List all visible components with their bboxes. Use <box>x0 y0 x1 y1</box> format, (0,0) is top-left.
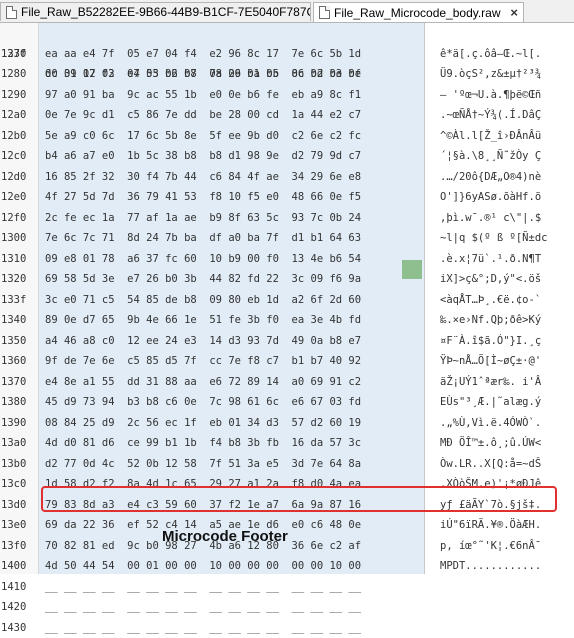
row-ascii[interactable]: ‰.×e›Nf.Qþ;ðê>Ký <box>440 310 541 331</box>
row-ascii[interactable]: .…/20ô{DÆ„O®4)nè <box>440 167 541 188</box>
row-ascii[interactable]: ´¦§à.\8¸¸Ñ˜žÒy Ç <box>440 146 541 167</box>
row-ascii[interactable]: p‚ íœ°˜'K¦.€6nÂ¯ <box>440 536 541 557</box>
file-icon <box>6 6 17 19</box>
tab-microcode-body[interactable]: File_Raw_Microcode_body.raw × <box>313 2 524 22</box>
row-ascii[interactable]: O']}6yASø.õàHf.õ <box>440 187 541 208</box>
row-hex-bytes[interactable]: 97 a0 91 ba 9c ac 55 1b e0 0e b6 fe eb a… <box>45 85 361 106</box>
close-icon[interactable]: × <box>510 5 518 20</box>
row-hex-bytes[interactable]: __ __ __ __ __ __ __ __ __ __ __ __ __ _… <box>45 618 361 638</box>
row-hex-bytes[interactable]: 0e 7e 9c d1 c5 86 7e dd be 28 00 cd 1a 4… <box>45 105 361 126</box>
row-offset: 1420 <box>0 597 37 618</box>
row-ascii[interactable]: <àqÅT…Þ¸.€ë.¢o-` <box>440 290 541 311</box>
row-offset: 1340 <box>0 310 37 331</box>
row-hex-bytes[interactable]: 89 0e d7 65 9b 4e 66 1e 51 fe 3b f0 ea 3… <box>45 310 361 331</box>
row-offset: 12d0 <box>0 167 37 188</box>
row-hex-bytes[interactable]: 2c fe ec 1a 77 af 1a ae b9 8f 63 5c 93 7… <box>45 208 361 229</box>
row-hex-bytes[interactable]: b4 a6 a7 e0 1b 5c 38 b8 b8 d1 98 9e d2 7… <box>45 146 361 167</box>
row-ascii[interactable]: .è.x¦7ü`.¹.ð.N¶T <box>440 249 541 270</box>
column-header: 133f 00 01 02 03 04 05 06 07 08 09 0a 0b… <box>0 23 25 44</box>
row-hex-bytes[interactable]: 16 85 2f 32 30 f4 7b 44 c6 84 4f ae 34 2… <box>45 167 361 188</box>
row-offset: 12e0 <box>0 187 37 208</box>
row-ascii[interactable]: MPDT............ <box>440 556 541 577</box>
row-ascii[interactable]: ŸÞ~nÅ…Õ[Ì~øÇ±·@' <box>440 351 541 372</box>
row-ascii[interactable]: iÚ"6ïRÄ.¥®.ÖàÆH. <box>440 515 541 536</box>
file-icon <box>319 6 330 19</box>
row-offset: 13e0 <box>0 515 37 536</box>
row-ascii[interactable]: ¤F¨À.î$ã.Ó"}I.¸ç <box>440 331 541 352</box>
row-hex-bytes[interactable]: 4d 50 44 54 00 01 00 00 10 00 00 00 00 0… <box>45 556 361 577</box>
row-hex-bytes[interactable]: a4 46 a8 c0 12 ee 24 e3 14 d3 93 7d 49 0… <box>45 331 361 352</box>
row-offset: 1270 <box>0 44 37 65</box>
row-offset: 12a0 <box>0 105 37 126</box>
row-hex-bytes[interactable]: dc 39 17 f2 e7 53 b2 b8 7a 26 b1 b5 86 b… <box>45 64 361 85</box>
row-hex-bytes[interactable]: e4 8e a1 55 dd 31 88 aa e6 72 89 14 a0 6… <box>45 372 361 393</box>
row-offset: 1310 <box>0 249 37 270</box>
row-offset: 1350 <box>0 331 37 352</box>
row-offset: 1290 <box>0 85 37 106</box>
row-offset: 13a0 <box>0 433 37 454</box>
row-hex-bytes[interactable]: 4f 27 5d 7d 36 79 41 53 f8 10 f5 e0 48 6… <box>45 187 361 208</box>
tab-label: File_Raw_Microcode_body.raw <box>334 6 501 20</box>
row-offset: 1300 <box>0 228 37 249</box>
row-hex-bytes[interactable]: 69 58 5d 3e e7 26 b0 3b 44 82 fd 22 3c 0… <box>45 269 361 290</box>
row-ascii[interactable]: EÙs"³¸Æ.|˜alæg.ý <box>440 392 541 413</box>
row-ascii[interactable]: iX]>ç&°;D‚ý"<.öš <box>440 269 541 290</box>
row-hex-bytes[interactable]: 7e 6c 7c 71 8d 24 7b ba df a0 ba 7f d1 b… <box>45 228 361 249</box>
row-offset: 12f0 <box>0 208 37 229</box>
tab-label: File_Raw_B52282EE-9B66-44B9-B1CF-7E5040F… <box>21 5 311 19</box>
row-offset: 1280 <box>0 64 37 85</box>
row-ascii[interactable]: .~œÑÅ†~Ý¾(.Í.DâÇ <box>440 105 541 126</box>
row-hex-bytes[interactable]: 08 84 25 d9 2c 56 ec 1f eb 01 34 d3 57 d… <box>45 413 361 434</box>
tab-ffs-file[interactable]: File_Raw_B52282EE-9B66-44B9-B1CF-7E5040F… <box>0 2 311 21</box>
row-offset: 13b0 <box>0 454 37 475</box>
tab-bar: File_Raw_B52282EE-9B66-44B9-B1CF-7E5040F… <box>0 0 574 23</box>
row-ascii[interactable]: ^©Àl.l[Ž_î›ÐÂnÂü <box>440 126 541 147</box>
microcode-footer-highlight <box>41 486 557 512</box>
row-hex-bytes[interactable]: d2 77 0d 4c 52 0b 12 58 7f 51 3a e5 3d 7… <box>45 454 361 475</box>
row-ascii[interactable]: ê*ä[.ç.ôâ–Œ.~l[. <box>440 44 541 65</box>
row-offset: 13d0 <box>0 495 37 516</box>
row-hex-bytes[interactable]: 4d d0 81 d6 ce 99 b1 1b f4 b8 3b fb 16 d… <box>45 433 361 454</box>
row-ascii[interactable]: ~l|q $(º ß º[Ñ±dc <box>440 228 547 249</box>
row-hex-bytes[interactable]: 45 d9 73 94 b3 b8 c6 0e 7c 98 61 6c e6 6… <box>45 392 361 413</box>
row-offset: 12c0 <box>0 146 37 167</box>
row-offset: 1430 <box>0 618 37 638</box>
microcode-footer-label: Microcode Footer <box>162 528 288 545</box>
row-offset: 1360 <box>0 351 37 372</box>
selected-byte-highlight <box>402 260 422 279</box>
row-ascii[interactable]: MÐ ÖÎ™±.ô¸;û.ÚW< <box>440 433 541 454</box>
row-hex-bytes[interactable]: 5e a9 c0 6c 17 6c 5b 8e 5f ee 9b d0 c2 6… <box>45 126 361 147</box>
row-offset: 1380 <box>0 392 37 413</box>
row-hex-bytes[interactable]: 3c e0 71 c5 54 85 de b8 09 80 eb 1d a2 6… <box>45 290 361 311</box>
row-offset: 1320 <box>0 269 37 290</box>
row-ascii[interactable]: ,þì.w¯.®¹ c\"|.$ <box>440 208 541 229</box>
row-ascii[interactable]: .„%Ù,Vì.ë.4ÓWÒ`. <box>440 413 541 434</box>
row-hex-bytes[interactable]: 09 e8 01 78 a6 37 fc 60 10 b9 00 f0 13 4… <box>45 249 361 270</box>
row-hex-bytes[interactable]: ea aa e4 7f 05 e7 04 f4 e2 96 8c 17 7e 6… <box>45 44 361 65</box>
row-ascii[interactable]: Òw.LR..X[Q:å=~dŠ <box>440 454 541 475</box>
row-offset: 1410 <box>0 577 37 598</box>
row-offset: 1390 <box>0 413 37 434</box>
row-ascii[interactable]: äŽ¡UÝ1ˆªær‰. i'Â <box>440 372 541 393</box>
row-hex-bytes[interactable]: __ __ __ __ __ __ __ __ __ __ __ __ __ _… <box>45 597 361 618</box>
row-offset: 12b0 <box>0 126 37 147</box>
row-hex-bytes[interactable]: 9f de 7e 6e c5 85 d5 7f cc 7e f8 c7 b1 b… <box>45 351 361 372</box>
row-offset: 133f <box>0 290 37 311</box>
row-ascii[interactable]: — 'ºœ¬U.à.¶þë©Œñ <box>440 85 541 106</box>
row-hex-bytes[interactable]: __ __ __ __ __ __ __ __ __ __ __ __ __ _… <box>45 577 361 598</box>
row-offset: 1400 <box>0 556 37 577</box>
row-offset: 13f0 <box>0 536 37 557</box>
row-offset: 1370 <box>0 372 37 393</box>
row-ascii[interactable]: Ü9.òçS²,z&±µ†²³¾ <box>440 64 541 85</box>
row-offset: 13c0 <box>0 474 37 495</box>
